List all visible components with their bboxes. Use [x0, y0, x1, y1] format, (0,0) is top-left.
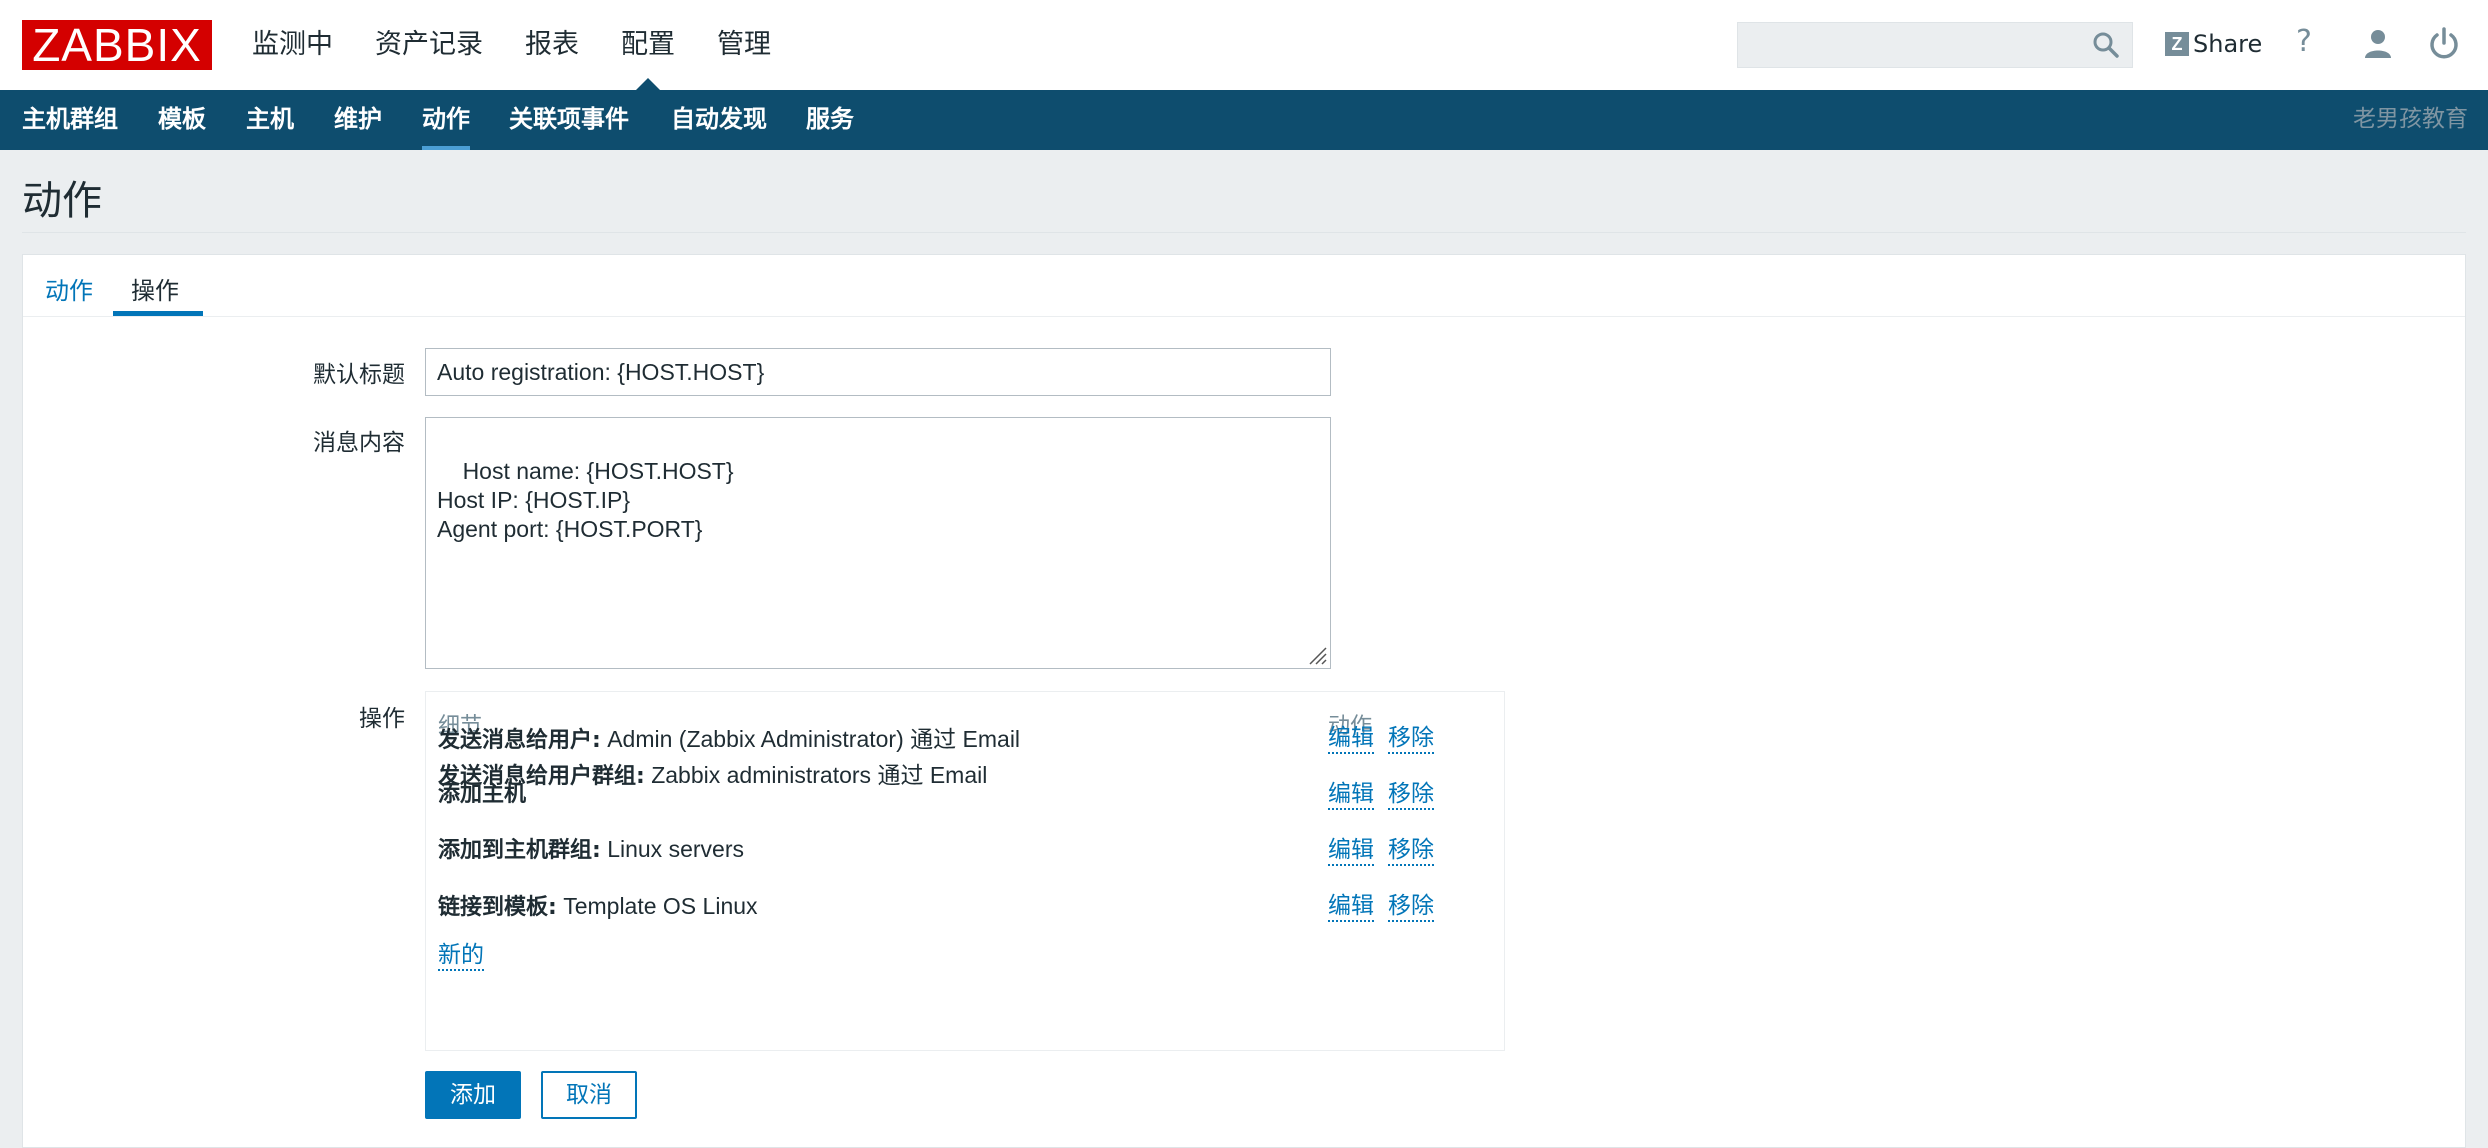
- main-menu: 监测中 资产记录 报表 配置 管理: [252, 0, 813, 90]
- search-icon[interactable]: [2092, 31, 2120, 59]
- menu-inventory[interactable]: 资产记录: [375, 0, 483, 90]
- search-input[interactable]: [1737, 22, 2133, 68]
- cancel-button[interactable]: 取消: [541, 1071, 637, 1119]
- subnav-event-correlation[interactable]: 关联项事件: [509, 90, 629, 150]
- brand-watermark: 老男孩教育: [2353, 106, 2468, 132]
- title-divider: [22, 232, 2466, 233]
- remove-link[interactable]: 移除: [1388, 892, 1434, 922]
- subnav-templates[interactable]: 模板: [158, 90, 206, 150]
- operations-table: 细节 动作 发送消息给用户: Admin (Zabbix Administrat…: [425, 691, 1505, 1051]
- sub-navigation: 主机群组 模板 主机 维护 动作 关联项事件 自动发现 服务 老男孩教育: [0, 90, 2488, 150]
- subnav-host-groups[interactable]: 主机群组: [22, 90, 118, 150]
- menu-reports[interactable]: 报表: [525, 0, 579, 90]
- message-label: 消息内容: [313, 430, 405, 456]
- edit-link[interactable]: 编辑: [1328, 892, 1374, 922]
- remove-link[interactable]: 移除: [1388, 724, 1434, 754]
- tab-action[interactable]: 动作: [45, 271, 93, 306]
- operation-detail: Admin (Zabbix Administrator) 通过 Email: [600, 726, 1021, 752]
- operation-detail: Linux servers: [600, 836, 744, 862]
- edit-link[interactable]: 编辑: [1328, 836, 1374, 866]
- subnav-maintenance[interactable]: 维护: [334, 90, 382, 150]
- remove-link[interactable]: 移除: [1388, 780, 1434, 810]
- subnav-discovery[interactable]: 自动发现: [671, 90, 767, 150]
- share-button[interactable]: Z Share: [2165, 26, 2262, 62]
- menu-configuration[interactable]: 配置: [621, 0, 675, 90]
- default-subject-label: 默认标题: [313, 362, 405, 388]
- subnav-hosts[interactable]: 主机: [246, 90, 294, 150]
- zabbix-logo[interactable]: ZABBIX: [22, 20, 212, 70]
- action-form-panel: 动作 操作 默认标题 Auto registration: {HOST.HOST…: [22, 254, 2466, 1148]
- top-header: ZABBIX 监测中 资产记录 报表 配置 管理 Z Share ?: [0, 0, 2488, 90]
- default-subject-field[interactable]: Auto registration: {HOST.HOST}: [425, 348, 1331, 396]
- active-tab-indicator: [113, 311, 203, 316]
- message-text: Host name: {HOST.HOST} Host IP: {HOST.IP…: [437, 458, 734, 542]
- help-icon[interactable]: ?: [2296, 24, 2312, 59]
- subnav-actions[interactable]: 动作: [422, 90, 470, 150]
- menu-monitoring[interactable]: 监测中: [252, 0, 333, 90]
- operation-type: 发送消息给用户:: [438, 728, 601, 753]
- edit-link[interactable]: 编辑: [1328, 724, 1374, 754]
- operation-row: 添加到主机群组: Linux servers: [438, 832, 744, 868]
- operation-type: 链接到模板:: [438, 895, 557, 920]
- operation-row: 链接到模板: Template OS Linux: [438, 889, 758, 925]
- remove-link[interactable]: 移除: [1388, 836, 1434, 866]
- add-button[interactable]: 添加: [425, 1071, 521, 1119]
- share-icon: Z: [2165, 32, 2189, 56]
- operations-label: 操作: [359, 706, 405, 732]
- message-textarea[interactable]: Host name: {HOST.HOST} Host IP: {HOST.IP…: [425, 417, 1331, 669]
- operation-detail: Zabbix administrators 通过 Email: [644, 762, 988, 788]
- new-operation-link[interactable]: 新的: [438, 941, 484, 971]
- operation-type: 添加到主机群组:: [438, 838, 601, 863]
- operation-detail: Template OS Linux: [556, 893, 758, 919]
- subnav-services[interactable]: 服务: [806, 90, 854, 150]
- tab-operations[interactable]: 操作: [131, 271, 179, 306]
- menu-administration[interactable]: 管理: [717, 0, 771, 90]
- power-icon[interactable]: [2426, 26, 2462, 62]
- edit-link[interactable]: 编辑: [1328, 780, 1374, 810]
- resize-grip-icon[interactable]: [1304, 642, 1328, 666]
- tab-bar: 动作 操作: [23, 255, 2465, 317]
- page-title: 动作: [22, 178, 102, 224]
- share-label: Share: [2193, 30, 2263, 58]
- operation-row: 添加主机: [438, 776, 526, 812]
- operation-type: 添加主机: [438, 782, 527, 807]
- user-icon[interactable]: [2360, 26, 2396, 62]
